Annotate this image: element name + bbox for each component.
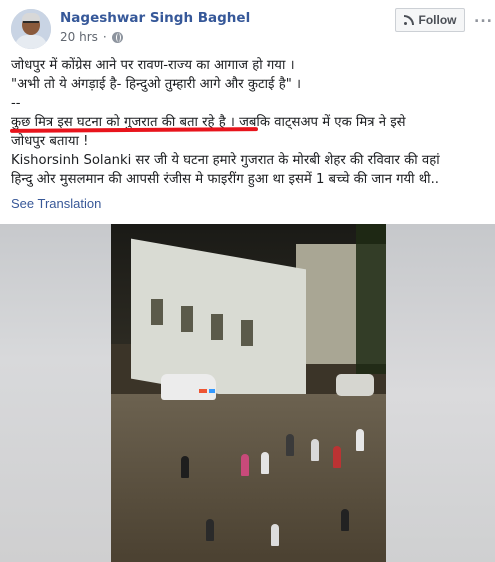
video-police-light-blue [209, 389, 215, 393]
post-video[interactable] [0, 224, 495, 562]
video-frame[interactable] [111, 224, 386, 562]
post-line-3: -- [11, 96, 21, 111]
video-car [336, 374, 374, 396]
avatar-shirt [15, 35, 47, 49]
post-line-4-rest: जबकि वाट्सअप में एक मित्र ने इसे [234, 115, 406, 130]
video-blur-left [0, 224, 111, 562]
video-person [341, 509, 349, 531]
video-car [161, 374, 216, 400]
post-timestamp[interactable]: 20 hrs [60, 30, 98, 44]
post-header: Nageshwar Singh Baghel 20 hrs · Follow .… [0, 0, 495, 52]
video-window [211, 314, 223, 340]
avatar-glasses [23, 21, 39, 25]
video-window [151, 299, 163, 325]
video-person [286, 434, 294, 456]
rss-icon [403, 15, 414, 25]
post-text: जोधपुर में कोंग्रेस आने पर रावण-राज्य का… [11, 56, 489, 189]
more-options-icon[interactable]: ... [474, 10, 493, 26]
post-line-1: जोधपुर में कोंग्रेस आने पर रावण-राज्य का… [11, 58, 295, 73]
post-line-5: जोधपुर बताया ! [11, 134, 89, 149]
post-line-6: Kishorsinh Solanki सर जी ये घटना हमारे ग… [11, 153, 440, 168]
see-translation-link[interactable]: See Translation [11, 196, 101, 211]
video-person [333, 446, 341, 468]
post-line-7: हिन्दु ओर मुसलमान की आपसी रंजीस मे फाइरी… [11, 172, 439, 187]
video-tree [356, 224, 386, 374]
video-person [261, 452, 269, 474]
dot-separator: · [102, 30, 107, 44]
post-meta: 20 hrs · [60, 30, 123, 44]
video-blur-right [386, 224, 495, 562]
video-police-light-red [199, 389, 207, 393]
video-person [271, 524, 279, 546]
globe-icon [111, 31, 123, 43]
video-person [311, 439, 319, 461]
avatar[interactable] [11, 9, 51, 49]
follow-button[interactable]: Follow [395, 8, 465, 32]
author-name[interactable]: Nageshwar Singh Baghel [60, 10, 250, 26]
video-street [111, 394, 386, 562]
post-line-2: "अभी तो ये अंगड़ाई है- हिन्दुओ तुम्हारी … [11, 77, 301, 92]
video-person [206, 519, 214, 541]
video-person [181, 456, 189, 478]
follow-label: Follow [418, 13, 457, 27]
video-window [241, 320, 253, 346]
video-window [181, 306, 193, 332]
video-person [241, 454, 249, 476]
avatar-hair [22, 13, 40, 21]
video-person [356, 429, 364, 451]
